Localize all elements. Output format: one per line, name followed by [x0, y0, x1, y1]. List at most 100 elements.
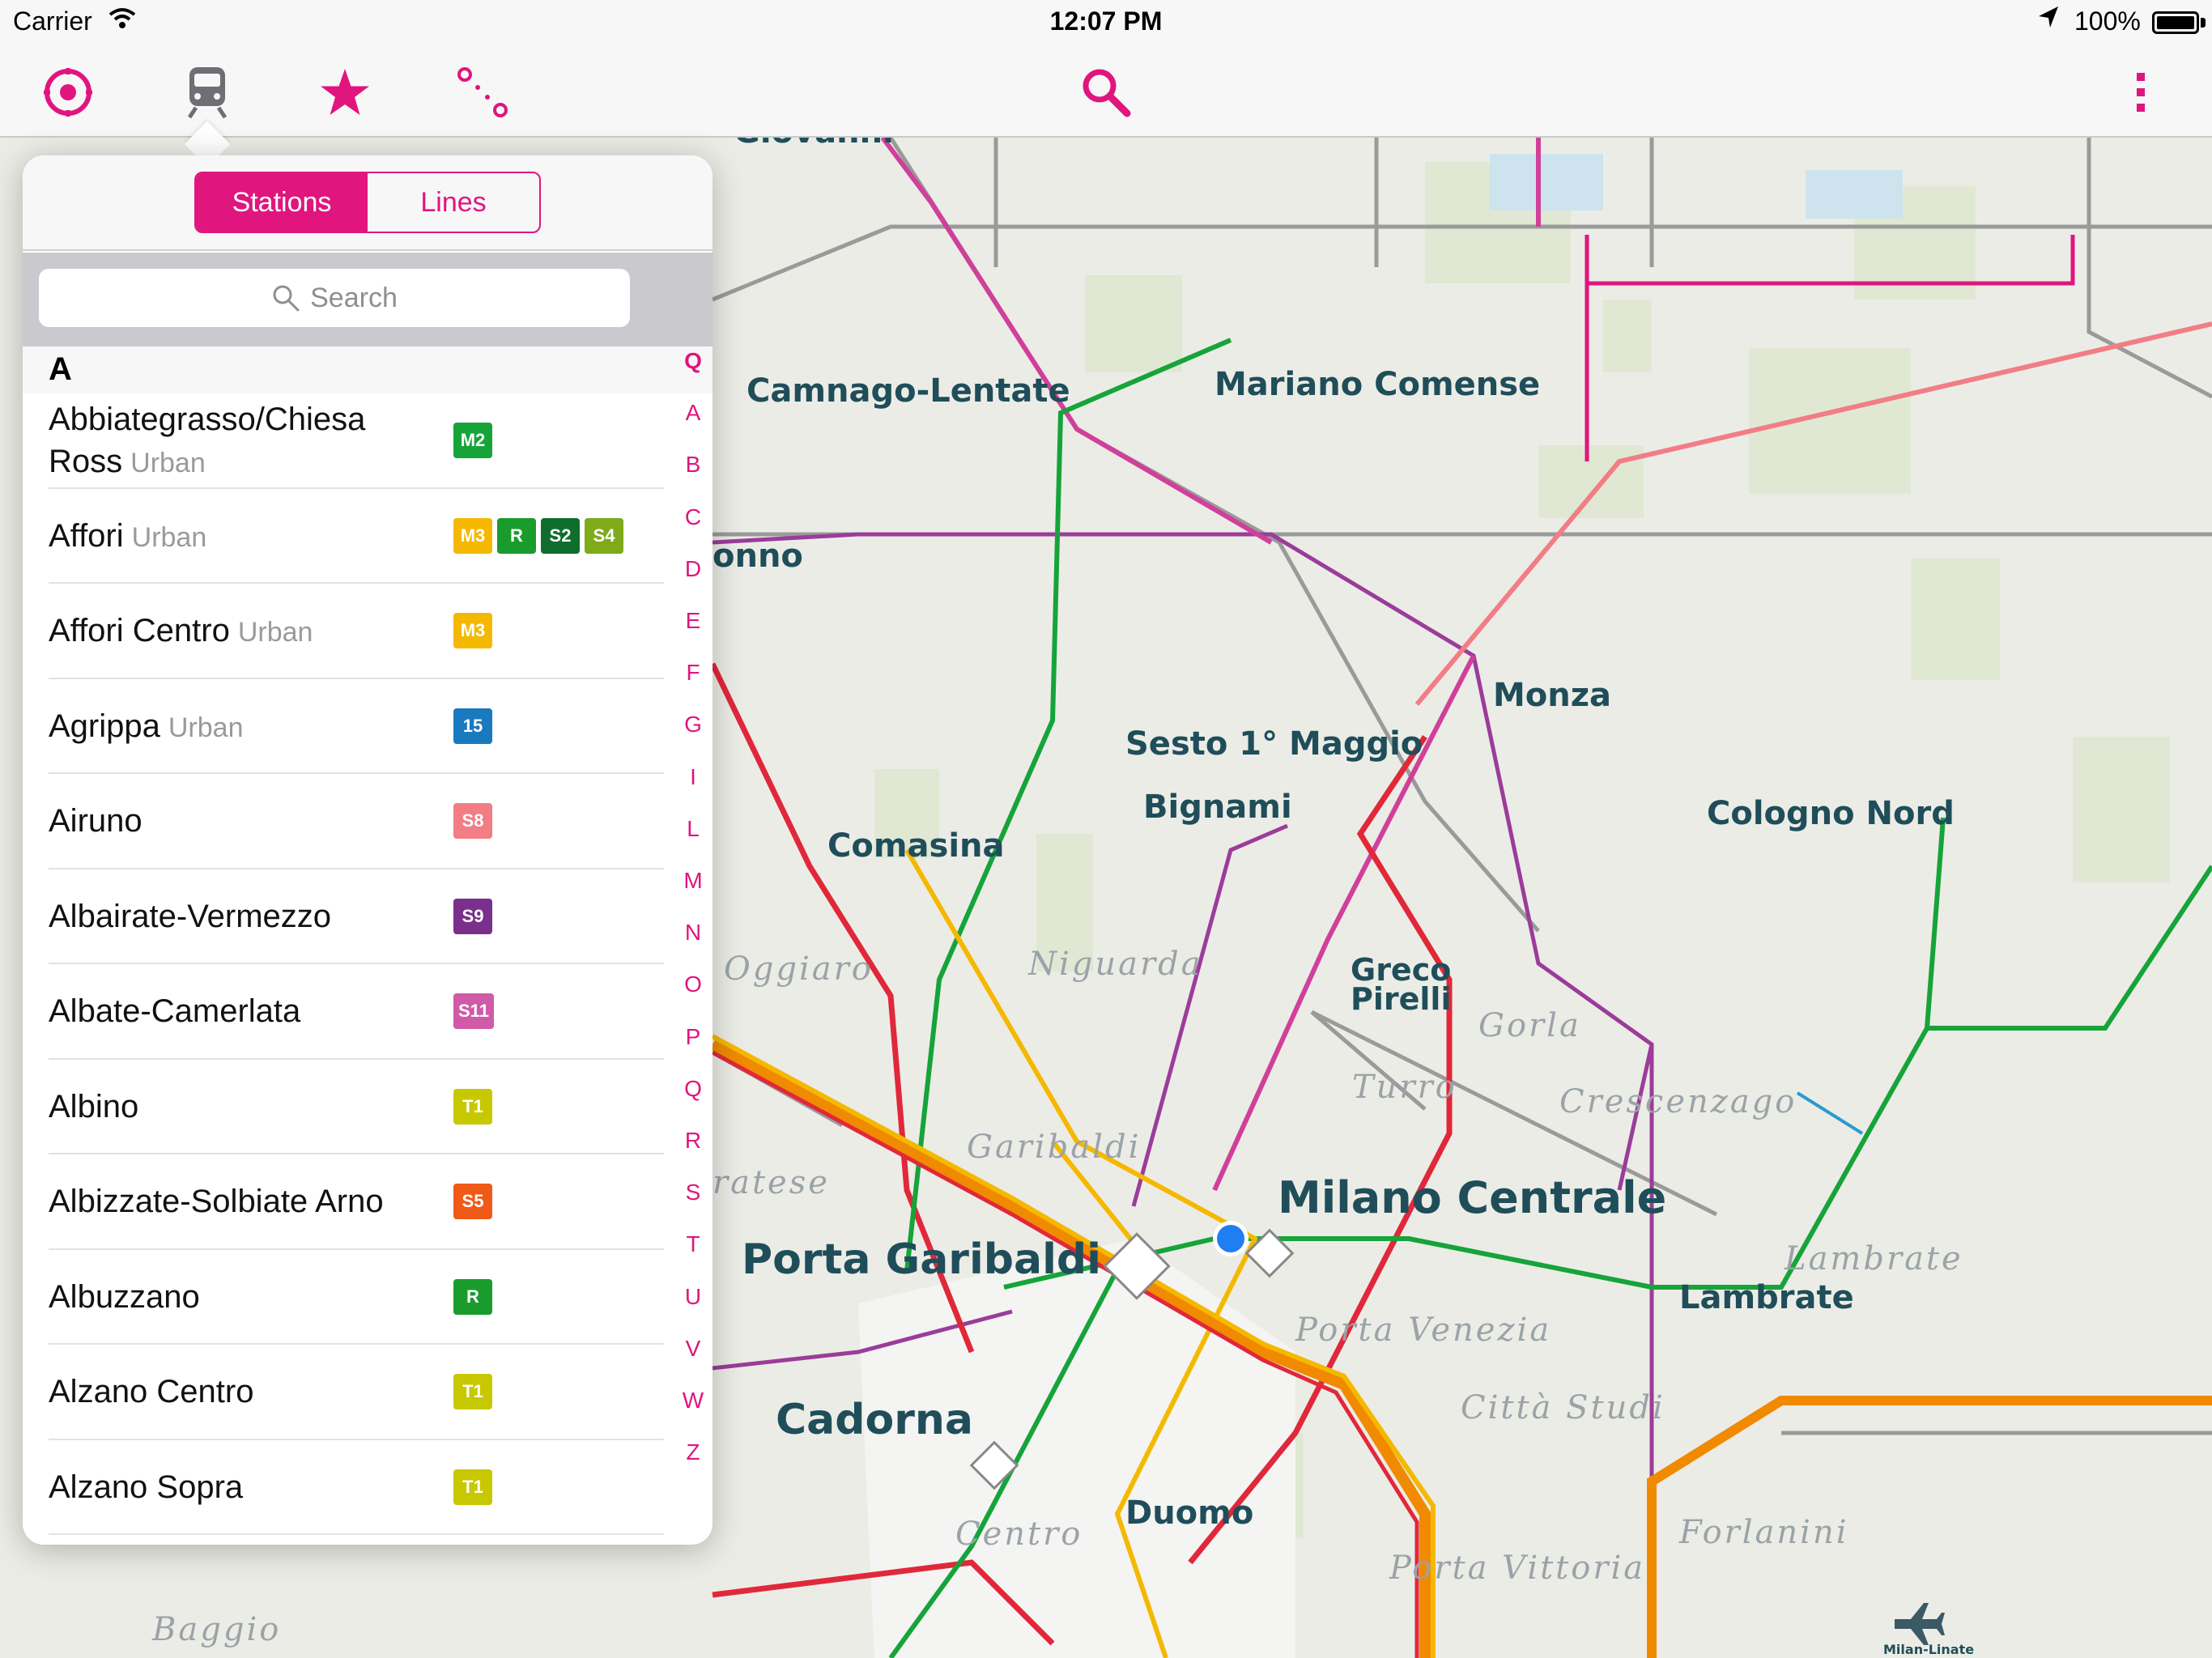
station-row[interactable]: Albino T1: [49, 1060, 664, 1154]
station-row[interactable]: Albate-Camerlata S11: [49, 964, 664, 1060]
index-letter[interactable]: W: [677, 1388, 709, 1414]
index-letter[interactable]: D: [677, 556, 709, 582]
district-gorla: Gorla: [1478, 1007, 1581, 1044]
station-name: Albino: [49, 1060, 429, 1154]
line-badges: M2: [453, 393, 492, 487]
map-station-sesto[interactable]: Sesto 1° Maggio: [1125, 725, 1423, 763]
index-letter[interactable]: R: [677, 1128, 709, 1154]
map-station-camnago[interactable]: Camnago-Lentate: [747, 372, 1070, 410]
station-name: Affori Centro Urban: [49, 584, 429, 678]
map-station-giovanni[interactable]: Giovanni: [734, 138, 894, 151]
map-station-bignami[interactable]: Bignami: [1143, 789, 1292, 826]
index-letter[interactable]: F: [677, 660, 709, 686]
station-kind: Urban: [168, 712, 244, 743]
map-station-greco[interactable]: Greco Pirelli: [1351, 954, 1451, 1014]
station-row[interactable]: Albizzate-Solbiate Arno S5: [49, 1154, 664, 1250]
index-letter[interactable]: Q: [677, 1076, 709, 1102]
station-name: Albuzzano: [49, 1250, 429, 1344]
index-letter[interactable]: U: [677, 1284, 709, 1310]
station-name-text: Affori Centro: [49, 613, 230, 648]
station-row[interactable]: Alzano Sopra T1: [49, 1440, 664, 1535]
map-station-cologno[interactable]: Cologno Nord: [1707, 795, 1955, 832]
segment-lines[interactable]: Lines: [368, 173, 539, 232]
battery-icon: [2152, 11, 2199, 34]
line-badges: M3: [453, 584, 492, 678]
station-name-text: Albino: [49, 1088, 139, 1124]
district-porta-vittoria: Porta Vittoria: [1389, 1550, 1646, 1587]
stations-lines-segmented-control: Stations Lines: [194, 172, 541, 233]
index-letter[interactable]: I: [677, 764, 709, 790]
index-letter[interactable]: E: [677, 608, 709, 634]
station-name: Agrippa Urban: [49, 679, 429, 773]
station-row[interactable]: Albairate-Vermezzo S9: [49, 869, 664, 964]
station-row[interactable]: Airuno S8: [49, 774, 664, 869]
map-station-monza[interactable]: Monza: [1493, 677, 1611, 714]
map-station-duomo[interactable]: Duomo: [1125, 1494, 1253, 1532]
station-name: Affori Urban: [49, 489, 429, 583]
toolbar: [0, 44, 2212, 138]
line-badges: T1: [453, 1345, 492, 1439]
station-name-text: Albuzzano: [49, 1278, 200, 1315]
line-badges: R: [453, 1250, 492, 1344]
index-letter[interactable]: P: [677, 1024, 709, 1050]
search-icon[interactable]: [1074, 60, 1138, 125]
station-name-text: Albate-Camerlata: [49, 993, 301, 1029]
segment-stations[interactable]: Stations: [196, 173, 368, 232]
station-name-text: Albizzate-Solbiate Arno: [49, 1184, 384, 1219]
line-badge: 15: [453, 708, 492, 744]
station-row[interactable]: Affori Urban M3 R S2 S4: [49, 489, 664, 584]
station-name-text: Airuno: [49, 803, 143, 839]
station-row[interactable]: Abbiategrasso/Chiesa Ross Urban M2: [49, 393, 664, 489]
map-station-mariano[interactable]: Mariano Comense: [1214, 366, 1540, 403]
map-station-porta-garibaldi[interactable]: Porta Garibaldi: [742, 1235, 1101, 1284]
index-letter[interactable]: V: [677, 1336, 709, 1362]
index-letter[interactable]: L: [677, 816, 709, 842]
line-badges: 15: [453, 679, 492, 773]
index-letter[interactable]: N: [677, 920, 709, 946]
station-name-text: Affori: [49, 517, 124, 554]
index-letter[interactable]: C: [677, 504, 709, 530]
station-row[interactable]: Albuzzano R: [49, 1250, 664, 1345]
station-name-text: Agrippa: [49, 708, 160, 744]
station-row[interactable]: Agrippa Urban 15: [49, 679, 664, 774]
map-station-onno[interactable]: onno: [713, 538, 803, 575]
station-name-text: Alzano Centro: [49, 1374, 254, 1409]
map-station-milano-centrale[interactable]: Milano Centrale: [1278, 1172, 1666, 1223]
station-search-input[interactable]: Search: [39, 269, 630, 327]
index-letter[interactable]: T: [677, 1231, 709, 1257]
map-station-cadorna[interactable]: Cadorna: [776, 1396, 973, 1444]
line-badge: S5: [453, 1184, 492, 1219]
line-badge: M2: [453, 423, 492, 458]
district-porta-venezia: Porta Venezia: [1295, 1312, 1552, 1349]
station-kind: Urban: [131, 521, 207, 553]
map-station-lambrate[interactable]: Lambrate: [1679, 1279, 1854, 1316]
station-row[interactable]: Alzano Centro T1: [49, 1345, 664, 1440]
district-garibaldi: Garibaldi: [967, 1129, 1142, 1166]
section-header-a: A: [23, 346, 713, 393]
index-letter[interactable]: S: [677, 1180, 709, 1205]
line-badge: S2: [541, 517, 580, 554]
index-letter[interactable]: G: [677, 712, 709, 738]
route-planner-icon[interactable]: [450, 60, 515, 125]
map-station-comasina[interactable]: Comasina: [827, 827, 1005, 865]
nearby-icon[interactable]: [36, 60, 100, 125]
index-letter[interactable]: M: [677, 868, 709, 894]
map-airport-linate[interactable]: Milan-Linate: [1883, 1642, 1974, 1657]
station-row[interactable]: Affori Centro Urban M3: [49, 584, 664, 679]
district-crescenzago: Crescenzago: [1559, 1083, 1797, 1120]
search-icon: [271, 283, 300, 312]
index-letter[interactable]: O: [677, 971, 709, 997]
district-niguarda: Niguarda: [1028, 946, 1203, 983]
alphabet-index[interactable]: QABCDEFGILMNOPQRSTUVWZ: [677, 346, 709, 1496]
district-forlanini: Forlanini: [1679, 1514, 1849, 1551]
index-letter[interactable]: A: [677, 400, 709, 426]
train-icon[interactable]: [175, 60, 240, 125]
more-vertical-icon[interactable]: [2108, 60, 2173, 125]
index-letter[interactable]: Z: [677, 1439, 709, 1465]
favorites-star-icon[interactable]: [313, 60, 377, 125]
station-name-text: Abbiategrasso/Chiesa Ross: [49, 402, 366, 479]
index-letter[interactable]: Q: [677, 348, 709, 374]
index-letter[interactable]: B: [677, 452, 709, 478]
station-name: Albairate-Vermezzo: [49, 869, 429, 963]
line-badge: T1: [453, 1469, 492, 1505]
